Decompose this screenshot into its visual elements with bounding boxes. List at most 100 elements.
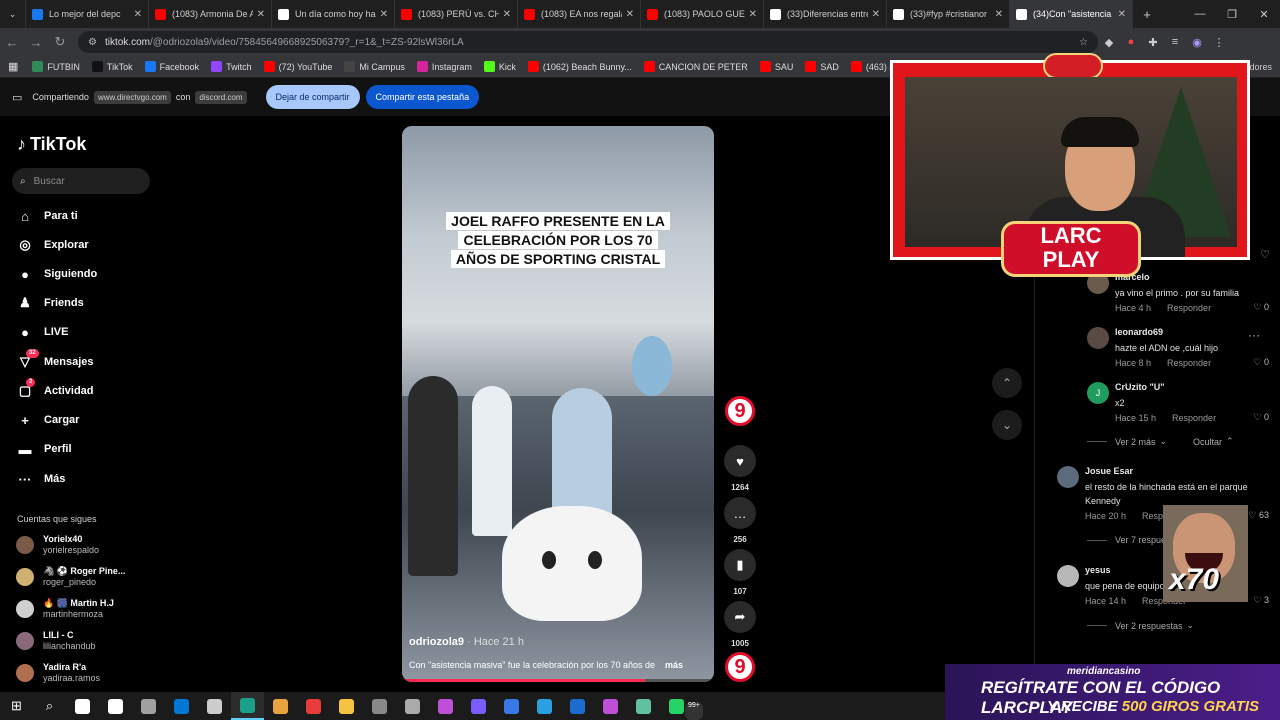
bookmark-item[interactable]: Facebook: [144, 61, 199, 72]
followed-account[interactable]: Yorielx40 yorielrespaldo: [16, 534, 99, 556]
bookmark-item[interactable]: (1062) Beach Bunny...: [527, 61, 632, 72]
site-info-icon[interactable]: ⚙: [88, 37, 97, 48]
bookmark-item[interactable]: SAD: [805, 61, 839, 72]
bookmark-item[interactable]: Kick: [483, 61, 516, 72]
next-video-button[interactable]: ⌄: [992, 410, 1022, 440]
comment-like[interactable]: ♡ 0: [1253, 302, 1269, 313]
bookmark-item[interactable]: TikTok: [91, 61, 133, 72]
close-tab-icon[interactable]: ✕: [626, 9, 634, 20]
followed-account[interactable]: Yadira R'a yadiraa.ramos: [16, 662, 100, 684]
taskbar-app-icon[interactable]: [198, 692, 231, 720]
avatar[interactable]: [1057, 466, 1079, 488]
avatar[interactable]: [1057, 565, 1079, 587]
close-tab-icon[interactable]: ✕: [872, 9, 880, 20]
reply-button[interactable]: Responder: [1167, 303, 1211, 313]
extension-icon[interactable]: ◆: [1098, 36, 1120, 49]
bookmark-item[interactable]: (72) YouTube: [263, 61, 332, 72]
browser-tab[interactable]: (33)#fyp #cristianor ✕: [887, 0, 1010, 28]
comment-action[interactable]: … 256: [724, 497, 756, 544]
taskbar-app-icon[interactable]: [99, 692, 132, 720]
taskbar-app-icon[interactable]: [495, 692, 528, 720]
sidebar-item-live[interactable]: ● LIVE: [17, 324, 68, 340]
taskbar-app-icon[interactable]: [231, 692, 264, 720]
close-window-button[interactable]: ✕: [1248, 8, 1280, 21]
extensions-puzzle-icon[interactable]: ✚: [1142, 36, 1164, 49]
comment-user[interactable]: Josue Esar: [1085, 466, 1275, 476]
taskbar-app-icon[interactable]: [363, 692, 396, 720]
new-tab-button[interactable]: +: [1133, 0, 1161, 28]
reply-button[interactable]: Responder: [1167, 358, 1211, 368]
comment-user[interactable]: marcelo: [1115, 272, 1275, 282]
taskbar-app-icon[interactable]: [396, 692, 429, 720]
taskbar-app-icon[interactable]: [594, 692, 627, 720]
taskbar-app-icon[interactable]: [627, 692, 660, 720]
bookmark-item[interactable]: Twitch: [211, 61, 252, 72]
taskbar-app-icon[interactable]: [165, 692, 198, 720]
maximize-button[interactable]: ❐: [1216, 8, 1248, 21]
apps-grid-icon[interactable]: ▦: [8, 60, 18, 73]
tab-search-button[interactable]: ⌄: [0, 0, 26, 28]
heart-outline-icon[interactable]: ♡: [1260, 248, 1270, 261]
taskbar-app-icon[interactable]: [462, 692, 495, 720]
browser-tab[interactable]: (1083) PAOLO GUERR ✕: [641, 0, 764, 28]
share-this-tab-button[interactable]: Compartir esta pestaña: [365, 85, 480, 109]
sidebar-item-para-ti[interactable]: ⌂ Para ti: [17, 208, 78, 224]
taskbar-app-icon[interactable]: [66, 692, 99, 720]
sidebar-item-m-s[interactable]: ··· Más: [17, 471, 66, 487]
taskbar-app-icon[interactable]: [264, 692, 297, 720]
see-more-link[interactable]: más: [665, 660, 683, 670]
forward-button[interactable]: →: [24, 35, 48, 50]
start-button[interactable]: ⊞: [0, 692, 33, 720]
back-button[interactable]: ←: [0, 35, 24, 50]
media-control-icon[interactable]: ≡: [1164, 36, 1186, 48]
followed-account[interactable]: 🦓 ⚽ Roger Pine... roger_pinedo: [16, 566, 125, 588]
reload-button[interactable]: ↻: [48, 34, 72, 50]
comment-options-icon[interactable]: ···: [1248, 328, 1260, 342]
close-tab-icon[interactable]: ✕: [503, 9, 511, 20]
view-more-replies[interactable]: Ver 2 más ⌄: [1087, 436, 1167, 447]
comment-like[interactable]: ♡ 0: [1253, 412, 1269, 423]
music-disc-avatar[interactable]: 9: [725, 652, 755, 682]
bookmark-item[interactable]: Mi Campus: [344, 61, 405, 72]
sidebar-item-actividad[interactable]: ▢ 2 Actividad: [17, 378, 94, 399]
avatar[interactable]: [1087, 327, 1109, 349]
sidebar-item-friends[interactable]: ♟ Friends: [17, 295, 84, 311]
taskbar-app-icon[interactable]: [330, 692, 363, 720]
view-replies-yesus[interactable]: Ver 2 respuestas ⌄: [1087, 620, 1194, 631]
profile-avatar[interactable]: ◉: [1186, 36, 1208, 49]
browser-tab[interactable]: (34)Con "asistencia m ✕: [1010, 0, 1133, 28]
browser-tab[interactable]: (1083) EA nos regalar ✕: [518, 0, 641, 28]
taskbar-app-icon[interactable]: [429, 692, 462, 720]
comment-like[interactable]: ♡ 0: [1253, 357, 1269, 368]
sidebar-item-siguiendo[interactable]: ● Siguiendo: [17, 266, 97, 282]
browser-tab[interactable]: (1083) PERÚ vs. CHILI ✕: [395, 0, 518, 28]
menu-kebab-icon[interactable]: ⋮: [1208, 36, 1230, 49]
bookmark-item[interactable]: FUTBIN: [32, 61, 80, 72]
browser-tab[interactable]: Un día como hoy hac ✕: [272, 0, 395, 28]
taskbar-app-icon[interactable]: [297, 692, 330, 720]
taskbar-search-button[interactable]: ⌕: [33, 692, 66, 720]
browser-tab[interactable]: (1083) Armonia De A ✕: [149, 0, 272, 28]
taskbar-app-icon[interactable]: [132, 692, 165, 720]
comment-user[interactable]: CrUzito "U": [1115, 382, 1275, 392]
comment-like[interactable]: ♡ 63: [1248, 510, 1269, 521]
video-progress-bar[interactable]: [402, 679, 714, 682]
sidebar-item-mensajes[interactable]: ▽ 32 Mensajes: [17, 349, 94, 370]
url-bar[interactable]: ⚙ tiktok.com/@odriozola9/video/758456496…: [78, 31, 1098, 53]
close-tab-icon[interactable]: ✕: [134, 9, 142, 20]
close-tab-icon[interactable]: ✕: [749, 9, 757, 20]
save-action[interactable]: ▮ 107: [724, 549, 756, 596]
bookmark-item[interactable]: CANCION DE PETER: [643, 61, 748, 72]
video-author[interactable]: odriozola9: [409, 636, 464, 648]
video-player[interactable]: JOEL RAFFO PRESENTE EN LA CELEBRACIÓN PO…: [402, 126, 714, 682]
sidebar-item-cargar[interactable]: + Cargar: [17, 412, 79, 428]
close-tab-icon[interactable]: ✕: [380, 9, 388, 20]
tiktok-logo[interactable]: ♪ TikTok: [17, 134, 86, 155]
hide-replies[interactable]: Ocultar ⌃: [1193, 436, 1234, 447]
followed-account[interactable]: LILI - Clilianchandub: [16, 630, 96, 652]
stop-sharing-button[interactable]: Dejar de compartir: [265, 85, 360, 109]
share-action[interactable]: ➦ 1005: [724, 601, 756, 648]
channel-avatar[interactable]: 9: [725, 396, 755, 426]
comment-like[interactable]: ♡ 3: [1253, 595, 1269, 606]
search-input[interactable]: ⌕ Buscar: [12, 168, 150, 194]
